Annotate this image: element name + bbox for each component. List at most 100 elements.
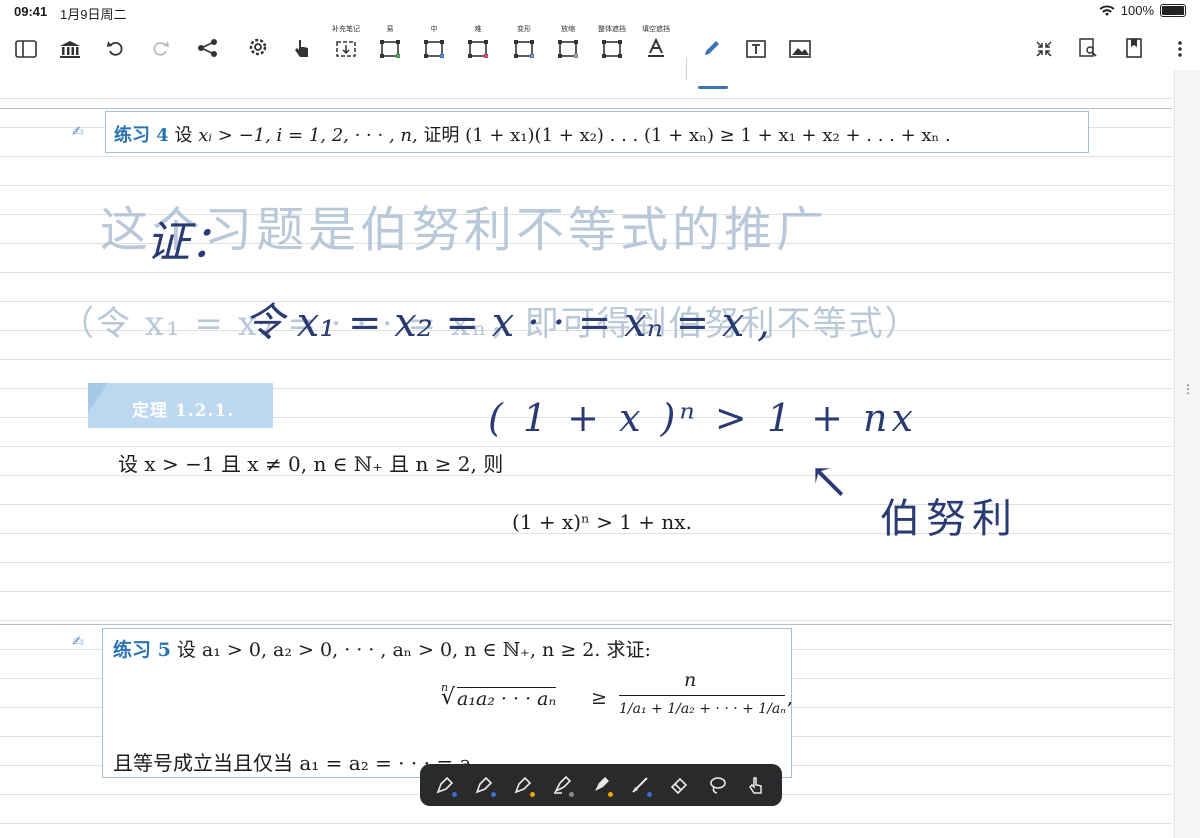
marker-tool[interactable]	[547, 770, 577, 800]
hand-tool-button[interactable]	[282, 22, 322, 68]
section-divider	[0, 108, 1172, 109]
collapse-arrows-icon	[1036, 41, 1052, 57]
text-box-icon	[746, 40, 766, 58]
exercise-4-math: xᵢ > −1, i = 1, 2, · · · , n,	[198, 125, 418, 146]
exercise-5-statement: 设 a₁ > 0, a₂ > 0, · · · , aₙ > 0, n ∈ ℕ₊…	[176, 639, 651, 661]
share-nodes-icon	[198, 39, 217, 57]
trailing-comma: ,	[787, 687, 794, 709]
brush-pen-tool[interactable]	[508, 770, 538, 800]
search-doc-button[interactable]	[1068, 22, 1108, 68]
pen-tool-button[interactable]	[692, 22, 732, 68]
zoom-label: 放缩	[561, 26, 575, 33]
lasso-tool[interactable]	[703, 770, 733, 800]
eraser-tool[interactable]	[664, 770, 694, 800]
lasso-icon	[709, 777, 726, 794]
more-vertical-icon	[1178, 41, 1182, 57]
ink-bernoulli-name: 伯努利	[880, 496, 1018, 542]
pen-color-dot	[530, 792, 536, 797]
easy-label: 易	[386, 26, 394, 33]
fullscreen-button[interactable]	[1024, 22, 1064, 68]
undo-button[interactable]	[96, 22, 136, 68]
geq-sign: ≥	[591, 687, 607, 709]
easy-color-dot	[396, 54, 400, 58]
hard-label: 难	[474, 26, 482, 33]
supplement-note-button[interactable]: 补充笔记	[326, 22, 366, 68]
frame-icon	[602, 40, 622, 58]
whole-mask-button[interactable]: 整体遮挡	[592, 22, 632, 68]
undo-icon	[107, 41, 123, 56]
pen-color-dot	[569, 792, 575, 797]
ink-let-line: 令 x₁ = x₂ = x · · = xₙ = x ,	[244, 300, 770, 346]
exercise-4-title: 练习 4	[114, 125, 169, 146]
ink-proof-label: 证：	[146, 217, 234, 268]
fill-mask-button[interactable]: 填空遮挡	[636, 22, 676, 68]
pen-toolbar	[420, 764, 782, 806]
status-time: 09:41	[14, 4, 48, 19]
mark-medium-button[interactable]: 中	[414, 22, 454, 68]
theorem-tag: 定理 1.2.1.	[88, 383, 273, 428]
mark-easy-button[interactable]: 易	[370, 22, 410, 68]
ink-arrow: ↖	[808, 452, 850, 510]
highlighter-tool[interactable]	[586, 770, 616, 800]
sidebar-icon	[15, 40, 37, 58]
fill-mask-label: 填空遮挡	[642, 26, 670, 33]
hand-pointer-icon	[295, 40, 308, 57]
status-right: 100%	[1099, 3, 1186, 18]
annotation-pen-icon[interactable]: ✍	[72, 634, 84, 650]
text-underline-icon	[648, 38, 664, 57]
sidebar-toggle-button[interactable]	[6, 22, 46, 68]
pen-color-dot	[452, 792, 458, 797]
theorem-statement: 设 x > −1 且 x ≠ 0, n ∈ ℕ₊ 且 n ≥ 2, 则	[118, 452, 504, 476]
annotation-pen-icon[interactable]: ✍	[72, 124, 84, 140]
bookmark-icon	[1126, 38, 1142, 58]
whole-mask-label: 整体遮挡	[598, 26, 626, 33]
wifi-icon	[1099, 4, 1115, 16]
touch-tool[interactable]	[741, 770, 771, 800]
mark-variant-button[interactable]: 变形	[504, 22, 544, 68]
exercise-4-pre: 设	[174, 125, 193, 146]
library-button[interactable]	[50, 22, 90, 68]
ball-pen-tool[interactable]	[469, 770, 499, 800]
exercise-4-box: 练习 4 设 xᵢ > −1, i = 1, 2, · · · , n, 证明 …	[105, 111, 1089, 153]
exercise-5-title: 练习 5	[113, 639, 171, 661]
pencil-tool[interactable]	[625, 770, 655, 800]
bookmark-button[interactable]	[1114, 22, 1154, 68]
fraction-bar	[619, 695, 785, 696]
share-button[interactable]	[188, 22, 228, 68]
image-insert-button[interactable]	[780, 22, 820, 68]
gear-icon	[249, 38, 267, 56]
supplement-icon	[336, 41, 356, 57]
hard-color-dot	[484, 54, 488, 58]
fountain-pen-tool[interactable]	[430, 770, 460, 800]
more-menu-button[interactable]	[1160, 22, 1200, 68]
exercise-4-formula: (1 + x₁)(1 + x₂) . . . (1 + xₙ) ≥ 1 + x₁…	[465, 125, 951, 146]
pen-color-dot	[491, 792, 497, 797]
pen-color-dot	[646, 792, 652, 797]
mark-hard-button[interactable]: 难	[458, 22, 498, 68]
supplement-label: 补充笔记	[332, 26, 360, 33]
battery-percent: 100%	[1120, 3, 1154, 18]
settings-button[interactable]	[238, 22, 278, 68]
battery-icon	[1160, 4, 1186, 17]
hand-touch-icon	[749, 777, 763, 794]
exercise-5-inequality: n √ a₁a₂ · · · aₙ ≥ n 1/a₁ + 1/a₂ + · · …	[439, 669, 793, 737]
image-icon	[789, 40, 811, 58]
eraser-icon	[670, 777, 687, 795]
fraction-numerator: n	[684, 669, 697, 691]
radical-sign-icon: √	[441, 685, 456, 710]
redo-button[interactable]	[140, 22, 180, 68]
root-body: a₁a₂ · · · aₙ	[457, 687, 557, 710]
theorem-formula: (1 + x)ⁿ > 1 + nx.	[512, 510, 692, 534]
scrollbar-track[interactable]	[1174, 70, 1200, 838]
medium-label: 中	[430, 26, 438, 33]
text-box-button[interactable]	[736, 22, 776, 68]
document-search-icon	[1079, 38, 1097, 57]
scroll-handle[interactable]: ⋮	[1182, 382, 1194, 396]
theorem-tag-label: 定理 1.2.1.	[132, 401, 235, 421]
exercise-5-box: 练习 5 设 a₁ > 0, a₂ > 0, · · · , aₙ > 0, n…	[102, 628, 793, 778]
variant-label: 变形	[517, 26, 531, 33]
redo-icon	[153, 41, 169, 56]
mark-zoom-button[interactable]: 放缩	[548, 22, 588, 68]
pencil-icon	[705, 41, 719, 55]
zoom-color-dot	[574, 54, 578, 58]
